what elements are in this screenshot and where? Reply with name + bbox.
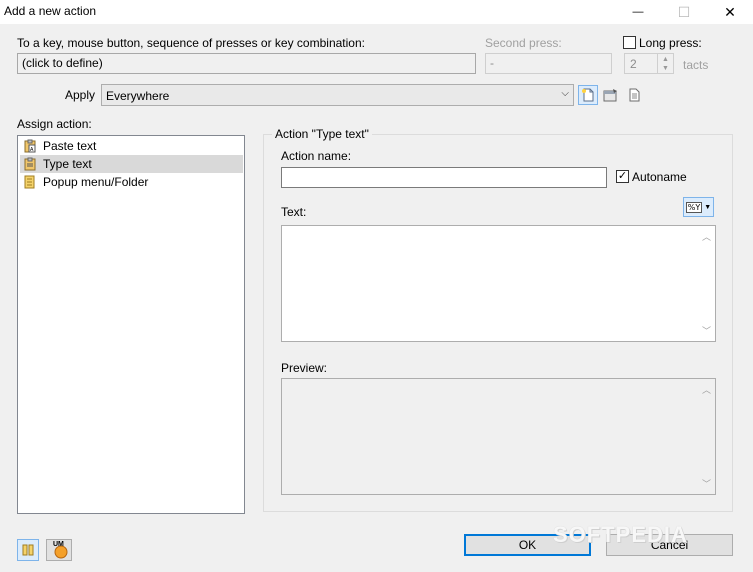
- paste-icon: A: [24, 139, 36, 153]
- list-item-label: Paste text: [43, 139, 97, 153]
- scroll-down-icon[interactable]: ﹀: [702, 477, 711, 490]
- new-document-icon: [582, 88, 594, 102]
- long-press-unit: tacts: [683, 58, 709, 72]
- window-title: Add a new action: [4, 4, 97, 18]
- apply-label: Apply: [65, 88, 96, 102]
- close-icon: ✕: [724, 3, 736, 20]
- long-press-label: Long press:: [639, 36, 702, 50]
- window-settings-icon: [603, 89, 617, 102]
- long-press-value: 2: [630, 57, 637, 71]
- maximize-icon: ☐: [677, 3, 691, 20]
- spinner-arrows-icon: ▲ ▼: [657, 54, 673, 74]
- text-label: Text:: [281, 205, 307, 219]
- svg-text:A: A: [30, 147, 34, 153]
- chevron-down-icon: ⌵: [561, 88, 569, 99]
- close-button[interactable]: ✕: [707, 0, 753, 24]
- insert-macro-button[interactable]: %Y ▼: [683, 197, 714, 217]
- new-scope-button[interactable]: [578, 85, 598, 105]
- autoname-label: Autoname: [632, 170, 687, 184]
- action-library-button[interactable]: [17, 539, 39, 561]
- list-item-popup-menu-folder[interactable]: Popup menu/Folder: [20, 173, 243, 191]
- action-list[interactable]: A Paste text Type text Popup menu/Folder: [17, 135, 245, 514]
- um-label: UM: [53, 541, 64, 548]
- second-press-label: Second press:: [485, 36, 562, 50]
- book-icon: [22, 544, 34, 556]
- user-macros-button[interactable]: UM: [46, 539, 72, 561]
- scroll-up-icon[interactable]: ︿: [702, 383, 711, 396]
- long-press-checkbox[interactable]: [623, 36, 636, 49]
- list-item-type-text[interactable]: Type text: [20, 155, 243, 173]
- macro-icon: %Y: [685, 201, 703, 213]
- list-item-paste-text[interactable]: A Paste text: [20, 137, 243, 155]
- folder-menu-icon: [24, 175, 35, 189]
- document-list-icon: [629, 88, 640, 102]
- second-press-field: -: [485, 53, 612, 74]
- scroll-up-icon[interactable]: ︿: [702, 230, 711, 243]
- scroll-down-icon[interactable]: ﹀: [702, 324, 711, 337]
- minimize-icon: —: [632, 6, 644, 18]
- apply-value: Everywhere: [106, 89, 170, 103]
- preview-area: ︿ ﹀: [281, 378, 716, 495]
- softpedia-watermark: SOFTPEDIA: [553, 522, 688, 547]
- trigger-label: To a key, mouse button, sequence of pres…: [17, 36, 365, 50]
- action-name-label: Action name:: [281, 149, 352, 163]
- minimize-button[interactable]: —: [615, 0, 661, 24]
- action-group-title: Action "Type text": [272, 127, 372, 141]
- maximize-button: ☐: [661, 0, 707, 24]
- trigger-field[interactable]: (click to define): [17, 53, 476, 74]
- text-input-area[interactable]: ︿ ﹀: [281, 225, 716, 342]
- assign-action-label: Assign action:: [17, 117, 92, 131]
- list-item-label: Popup menu/Folder: [43, 175, 149, 189]
- edit-scope-button[interactable]: [601, 85, 621, 105]
- autoname-checkbox[interactable]: ✓: [616, 170, 629, 183]
- scope-properties-button[interactable]: [624, 85, 644, 105]
- apply-dropdown[interactable]: Everywhere ⌵: [101, 84, 574, 106]
- list-item-label: Type text: [43, 157, 92, 171]
- long-press-spinner: 2 ▲ ▼: [624, 53, 674, 74]
- action-name-input[interactable]: [281, 167, 607, 188]
- chevron-down-icon: ▼: [704, 203, 712, 211]
- type-text-icon: [24, 157, 36, 171]
- preview-label: Preview:: [281, 361, 328, 375]
- checkmark-icon: ✓: [617, 170, 628, 182]
- title-bar: Add a new action — ☐ ✕: [0, 0, 753, 24]
